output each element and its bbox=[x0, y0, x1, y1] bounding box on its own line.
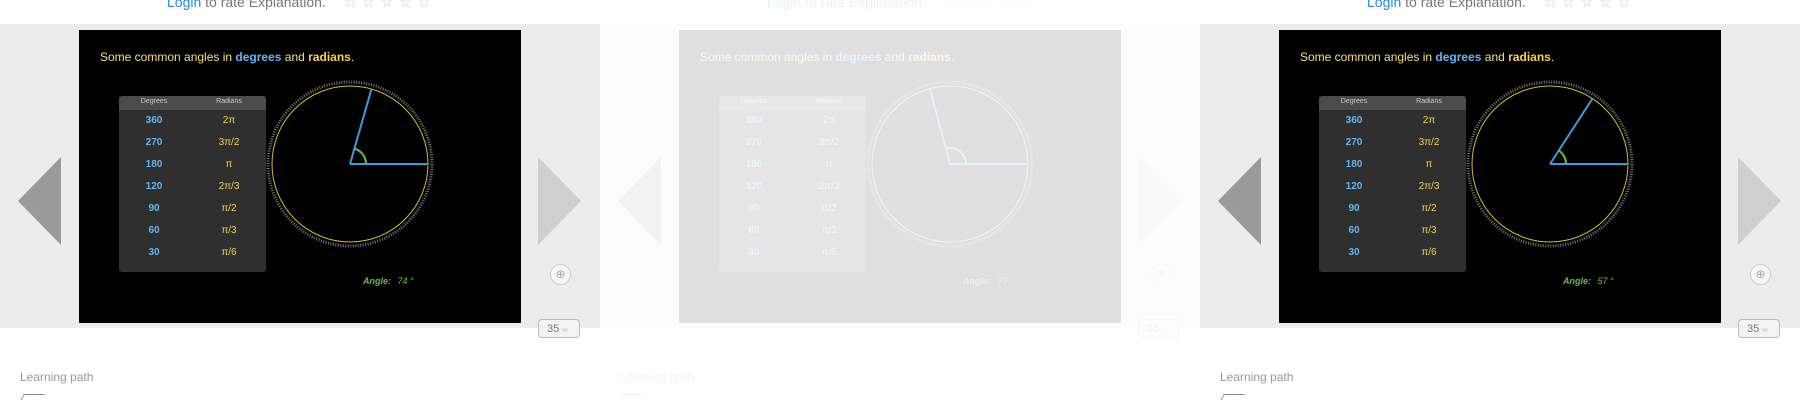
rate-text: to rate Explanation. bbox=[205, 0, 326, 10]
learning-path-icon bbox=[619, 394, 646, 400]
angle-ray bbox=[1549, 98, 1594, 165]
login-link[interactable]: Login bbox=[1367, 0, 1401, 10]
angle-ray bbox=[928, 88, 951, 165]
rating-stars[interactable]: ☆☆☆☆☆ bbox=[344, 0, 437, 11]
slide-stage: Some common angles in degrees and radian… bbox=[600, 24, 1200, 338]
learning-path-icon bbox=[1219, 394, 1246, 400]
zoom-plus-icon[interactable]: ⊕ bbox=[1750, 264, 1771, 285]
login-to-rate: Login to rate Explanation. ☆☆☆☆☆ bbox=[167, 0, 436, 11]
rate-text: to rate Explanation. bbox=[805, 0, 926, 10]
carousel-panel-2: Login to rate Explanation. ☆☆☆☆☆ Some co… bbox=[600, 0, 1200, 400]
rating-stars[interactable]: ☆☆☆☆☆ bbox=[944, 0, 1037, 11]
rate-text: to rate Explanation. bbox=[1405, 0, 1526, 10]
carousel-panel-1: Login to rate Explanation. ☆☆☆☆☆ Some co… bbox=[0, 0, 600, 400]
angle-readout: Angle: 74 ° bbox=[363, 276, 414, 286]
learning-path-label[interactable]: Learning path bbox=[20, 370, 93, 384]
learning-path-label[interactable]: Learning path bbox=[1220, 370, 1293, 384]
next-arrow-icon[interactable] bbox=[538, 157, 581, 245]
learning-path-label[interactable]: Learning path bbox=[620, 370, 693, 384]
slide-canvas: Some common angles in degrees and radian… bbox=[1279, 30, 1721, 323]
next-arrow-icon[interactable] bbox=[1738, 157, 1781, 245]
angle-dial[interactable] bbox=[679, 30, 1121, 323]
angle-arc bbox=[1558, 149, 1567, 165]
slide-stage: Some common angles in degrees and radian… bbox=[1200, 24, 1800, 338]
learning-path-icon bbox=[19, 394, 46, 400]
slide-stage: Some common angles in degrees and radian… bbox=[0, 24, 600, 338]
angle-dial[interactable] bbox=[1279, 30, 1721, 323]
carousel-panel-3: Login to rate Explanation. ☆☆☆☆☆ Some co… bbox=[1200, 0, 1800, 400]
login-to-rate: Login to rate Explanation. ☆☆☆☆☆ bbox=[1367, 0, 1636, 11]
prev-arrow-icon[interactable] bbox=[18, 157, 61, 245]
angle-arc bbox=[354, 147, 367, 165]
angle-readout: Angle: ?? bbox=[963, 276, 1008, 286]
login-link[interactable]: Login bbox=[167, 0, 201, 10]
angle-readout: Angle: 57 ° bbox=[1563, 276, 1614, 286]
login-link[interactable]: Login bbox=[767, 0, 801, 10]
zoom-plus-icon[interactable]: ⊕ bbox=[1150, 264, 1171, 285]
next-arrow-icon[interactable] bbox=[1138, 157, 1181, 245]
counter-badge[interactable]: 35 ## bbox=[1738, 319, 1780, 338]
counter-badge[interactable]: 35 ## bbox=[538, 319, 580, 338]
rating-stars[interactable]: ☆☆☆☆☆ bbox=[1544, 0, 1637, 11]
prev-arrow-icon[interactable] bbox=[618, 157, 661, 245]
counter-badge[interactable]: 35 ## bbox=[1138, 319, 1180, 338]
slide-canvas: Some common angles in degrees and radian… bbox=[79, 30, 521, 323]
login-to-rate: Login to rate Explanation. ☆☆☆☆☆ bbox=[767, 0, 1036, 11]
zoom-plus-icon[interactable]: ⊕ bbox=[550, 264, 571, 285]
angle-dial[interactable] bbox=[79, 30, 521, 323]
prev-arrow-icon[interactable] bbox=[1218, 157, 1261, 245]
slide-canvas: Some common angles in degrees and radian… bbox=[679, 30, 1121, 323]
